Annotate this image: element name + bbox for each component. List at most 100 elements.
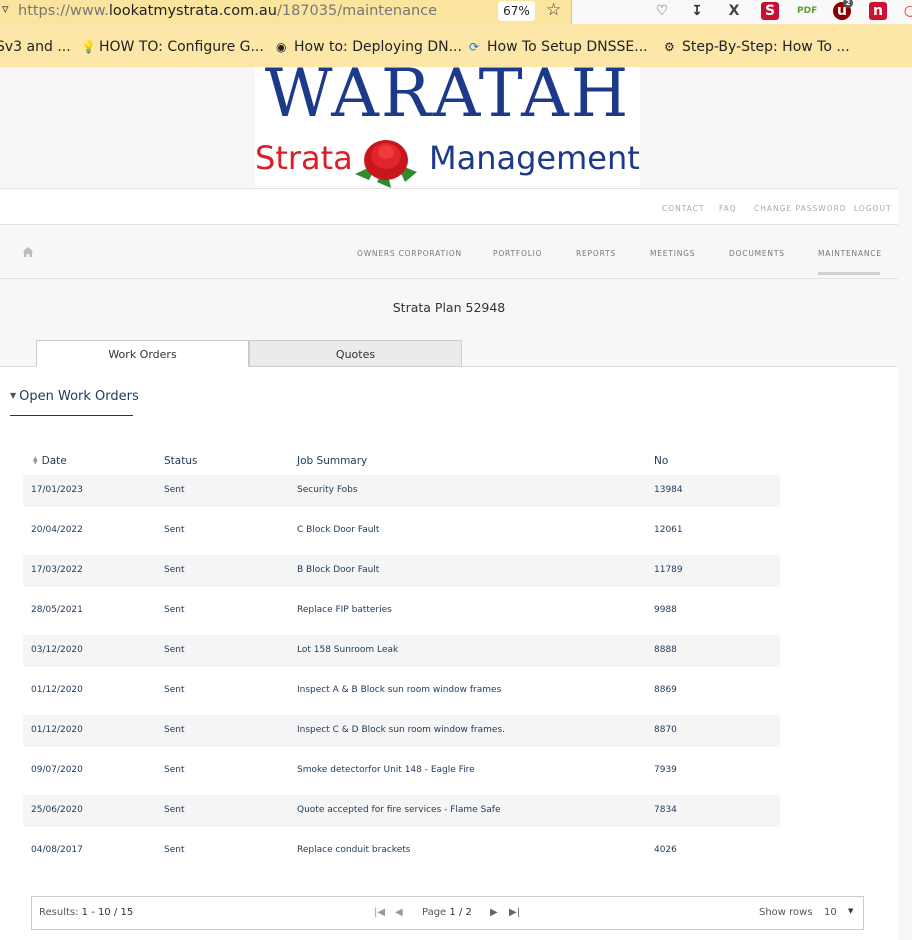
status-cell: Sent [164, 525, 185, 535]
n-extension-icon[interactable]: n [869, 2, 887, 20]
number-cell: 7939 [654, 765, 677, 775]
table-row[interactable]: 01/12/2020 Sent Inspect A & B Block sun ro… [23, 675, 780, 707]
status-cell: Sent [164, 605, 185, 615]
status-cell: Sent [164, 485, 185, 495]
main-nav: OWNERS CORPORATION PORTFOLIO REPORTS MEE… [0, 226, 898, 279]
status-cell: Sent [164, 725, 185, 735]
table-row[interactable]: 01/12/2020 Sent Inspect C & D Block sun ro… [23, 715, 780, 747]
first-page-icon[interactable]: |◀ [374, 907, 385, 918]
number-cell: 8888 [654, 645, 677, 655]
date-cell: 01/12/2020 [31, 725, 83, 735]
job-summary-cell: Quote accepted for fire services - Flame… [297, 805, 501, 815]
x-extension-icon[interactable]: X [725, 2, 743, 20]
date-cell: 25/06/2020 [31, 805, 83, 815]
status-cell: Sent [164, 685, 185, 695]
bookmark-item[interactable]: ◉ How to: Deploying DN... [276, 39, 462, 55]
number-cell: 12061 [654, 525, 683, 535]
column-header-no[interactable]: No [654, 455, 668, 467]
page-indicator: Page 1 / 2 [422, 907, 472, 918]
ublock-badge: 2 [843, 0, 853, 8]
table-row[interactable]: 25/06/2020 Sent Quote accepted for fire se… [23, 795, 780, 827]
date-cell: 09/07/2020 [31, 765, 83, 775]
nav-maintenance[interactable]: MAINTENANCE [818, 249, 882, 258]
company-logo[interactable]: WARATAH Strata Management [255, 55, 640, 188]
date-cell: 20/04/2022 [31, 525, 83, 535]
nav-documents[interactable]: DOCUMENTS [729, 249, 785, 258]
contact-link[interactable]: CONTACT [662, 204, 705, 213]
job-summary-cell: Replace FIP batteries [297, 605, 392, 615]
site-icon: ◉ [276, 40, 287, 54]
waratah-flower-icon [355, 140, 417, 188]
nav-reports[interactable]: REPORTS [576, 249, 616, 258]
tab-work-orders[interactable]: Work Orders [36, 340, 249, 367]
table-row[interactable]: 03/12/2020 Sent Lot 158 Sunroom Leak 8888 [23, 635, 780, 667]
work-orders-panel: ▼ Open Work Orders ▲ ▼ Date Status Job Summ… [0, 367, 898, 940]
date-cell: 03/12/2020 [31, 645, 83, 655]
bookmark-item[interactable]: ⚙ Step-By-Step: How To ... [664, 39, 850, 55]
sort-icon: ▲ ▼ [33, 455, 38, 466]
table-row[interactable]: 17/03/2022 Sent B Block Door Fault 11789 [23, 555, 780, 587]
job-summary-cell: Security Fobs [297, 485, 358, 495]
gear-icon: ⚙ [664, 40, 675, 54]
bookmark-item[interactable]: ⟳ How To Setup DNSSE... [469, 39, 648, 55]
show-rows-label: Show rows [759, 907, 813, 918]
s-extension-icon[interactable]: S [761, 2, 779, 20]
number-cell: 8870 [654, 725, 677, 735]
zoom-level[interactable]: 67% [498, 1, 535, 21]
faq-link[interactable]: FAQ [719, 204, 737, 213]
last-page-icon[interactable]: ▶| [509, 907, 520, 918]
table-row[interactable]: 17/01/2023 Sent Security Fobs 13984 [23, 475, 780, 507]
pocket-icon[interactable]: ♡ [653, 2, 671, 20]
column-header-status[interactable]: Status [164, 455, 197, 467]
prev-page-icon[interactable]: ◀ [395, 907, 403, 918]
utility-nav: CONTACT FAQ CHANGE PASSWORD LOGOUT [0, 189, 898, 225]
home-icon[interactable] [22, 246, 34, 258]
section-toggle[interactable]: ▼ Open Work Orders [10, 389, 139, 404]
date-cell: 01/12/2020 [31, 685, 83, 695]
active-nav-indicator [818, 272, 880, 275]
url-text[interactable]: https://www.lookatmystrata.com.au/187035… [18, 3, 437, 19]
caret-down-icon: ▼ [10, 391, 17, 400]
column-header-date[interactable]: ▲ ▼ Date [33, 455, 67, 467]
pagination-bar: Results: 1 - 10 / 15 |◀ ◀ Page 1 / 2 ▶ ▶… [31, 896, 864, 930]
table-row[interactable]: 28/05/2021 Sent Replace FIP batteries 9988 [23, 595, 780, 627]
bookmark-item[interactable]: Sv3 and ... [0, 39, 71, 55]
job-summary-cell: C Block Door Fault [297, 525, 380, 535]
pdf-extension-icon[interactable]: PDF [797, 2, 817, 20]
tab-quotes[interactable]: Quotes [249, 340, 462, 367]
job-summary-cell: Smoke detectorfor Unit 148 - Eagle Fire [297, 765, 475, 775]
number-cell: 9988 [654, 605, 677, 615]
dropdown-arrow-icon[interactable]: ▿ [2, 2, 9, 17]
circle-extension-icon[interactable]: ○ [901, 2, 912, 20]
bookmark-star-icon[interactable]: ☆ [546, 0, 561, 20]
change-password-link[interactable]: CHANGE PASSWORD [754, 204, 847, 213]
table-row[interactable]: 20/04/2022 Sent C Block Door Fault 12061 [23, 515, 780, 547]
date-cell: 17/03/2022 [31, 565, 83, 575]
results-count: Results: 1 - 10 / 15 [39, 907, 134, 918]
browser-toolbar: ▿ https://www.lookatmystrata.com.au/1870… [0, 0, 912, 24]
bookmark-item[interactable]: 💡 HOW TO: Configure G... [81, 39, 264, 55]
nav-meetings[interactable]: MEETINGS [650, 249, 695, 258]
date-cell: 04/08/2017 [31, 845, 83, 855]
date-cell: 17/01/2023 [31, 485, 83, 495]
job-summary-cell: Inspect A & B Block sun room window fram… [297, 685, 502, 695]
next-page-icon[interactable]: ▶ [490, 907, 498, 918]
download-icon[interactable]: ↧ [688, 2, 706, 20]
job-summary-cell: Inspect C & D Block sun room window fram… [297, 725, 505, 735]
site-icon: ⟳ [469, 40, 480, 54]
number-cell: 7834 [654, 805, 677, 815]
number-cell: 13984 [654, 485, 683, 495]
table-row[interactable]: 09/07/2020 Sent Smoke detectorfor Unit 148… [23, 755, 780, 787]
nav-owners-corporation[interactable]: OWNERS CORPORATION [357, 249, 462, 258]
chevron-down-icon[interactable]: ▼ [848, 907, 853, 915]
table-row[interactable]: 04/08/2017 Sent Replace conduit brackets 40… [23, 835, 780, 867]
url-bar[interactable]: ▿ https://www.lookatmystrata.com.au/1870… [0, 0, 572, 24]
status-cell: Sent [164, 765, 185, 775]
job-summary-cell: Replace conduit brackets [297, 845, 411, 855]
column-header-job-summary[interactable]: Job Summary [297, 455, 367, 467]
logout-link[interactable]: LOGOUT [854, 204, 892, 213]
date-cell: 28/05/2021 [31, 605, 83, 615]
number-cell: 11789 [654, 565, 683, 575]
show-rows-select[interactable]: 10 [824, 907, 837, 918]
nav-portfolio[interactable]: PORTFOLIO [493, 249, 542, 258]
